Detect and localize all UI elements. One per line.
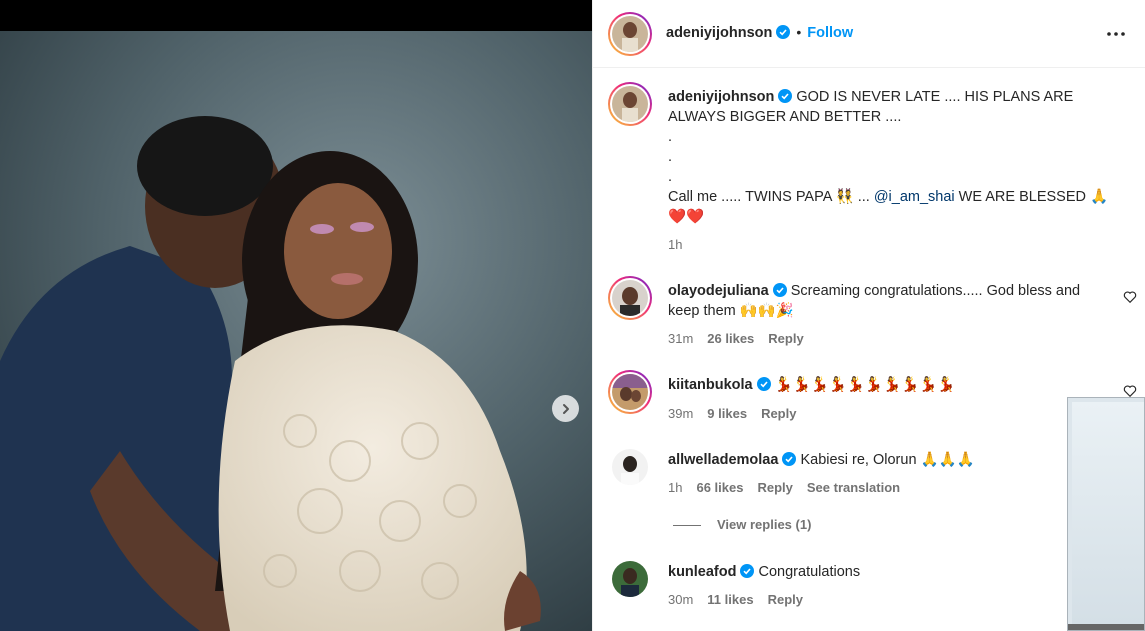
comment-avatar[interactable]	[612, 449, 648, 485]
caption-call-line: Call me ..... TWINS PAPA 👯 ... @i_am_sha…	[668, 187, 1128, 207]
comment-2: kiitanbukola 💃💃💃💃💃💃💃💃💃💃	[668, 375, 1128, 395]
comment-3: allwellademolaa Kabiesi re, Olorun 🙏🙏🙏	[668, 450, 1128, 470]
comment-text: Congratulations	[758, 564, 861, 580]
heart-outline-icon[interactable]	[1123, 290, 1137, 304]
author-avatar[interactable]	[608, 12, 652, 56]
comment-time: 1h	[668, 480, 683, 495]
video-overlay-frame	[1072, 402, 1144, 624]
caption-author-avatar[interactable]	[608, 82, 652, 126]
comment-likes[interactable]: 66 likes	[696, 480, 743, 495]
caption-line-1: GOD IS NEVER LATE .... HIS PLANS ARE	[796, 89, 1074, 105]
caption-mention-link[interactable]: @i_am_shai	[874, 189, 955, 205]
post-header: adeniyijohnson • Follow	[593, 0, 1145, 68]
twins-emoji: 👯	[835, 189, 854, 205]
caption-line-2: ALWAYS BIGGER AND BETTER ....	[668, 109, 902, 125]
verified-badge-icon	[756, 377, 771, 391]
comment-1-meta: 31m 26 likes Reply	[668, 331, 804, 346]
header-identity: adeniyijohnson • Follow	[666, 24, 853, 42]
media-top-bar	[0, 0, 592, 31]
view-replies-button[interactable]: View replies (1)	[673, 517, 811, 532]
view-replies-label: View replies (1)	[717, 517, 812, 532]
comment-avatar-image	[612, 374, 648, 410]
post-photo[interactable]	[0, 31, 592, 631]
caption-line-3: .	[668, 129, 673, 145]
reply-button[interactable]: Reply	[757, 480, 792, 495]
verified-badge-icon	[778, 89, 793, 103]
caption-username[interactable]: adeniyijohnson	[668, 89, 774, 105]
post-sidebar: adeniyijohnson • Follow adeniyijohnson G…	[592, 0, 1145, 631]
verified-badge-icon	[782, 452, 797, 466]
caption-avatar-image	[612, 86, 648, 122]
comment-emojis: 🙏🙏🙏	[920, 452, 975, 468]
caption-line-5: .	[668, 169, 673, 185]
comment-avatar[interactable]	[608, 276, 652, 320]
comment-time: 31m	[668, 331, 694, 346]
comment-avatar-image	[612, 280, 648, 316]
comment-likes[interactable]: 11 likes	[707, 592, 753, 607]
caption-ellipsis: ...	[857, 189, 870, 205]
comment-avatar[interactable]	[608, 370, 652, 414]
post-caption: adeniyijohnson GOD IS NEVER LATE .... HI…	[668, 87, 1128, 227]
comment-time: 30m	[668, 592, 694, 607]
more-options-button[interactable]	[1104, 22, 1128, 46]
pray-emoji: 🙏	[1090, 189, 1109, 205]
comment-avatar-image	[612, 449, 648, 485]
reply-button[interactable]: Reply	[768, 331, 803, 346]
see-translation-link[interactable]: See translation	[807, 480, 900, 495]
comment-username[interactable]: kiitanbukola	[668, 377, 753, 393]
reply-button[interactable]: Reply	[768, 592, 803, 607]
comment-4-meta: 30m 11 likes Reply	[668, 592, 803, 607]
caption-time: 1h	[668, 237, 683, 252]
comment-emojis: 🙌🙌🎉	[739, 303, 794, 319]
verified-badge-icon	[740, 564, 755, 578]
comment-text: Kabiesi re, Olorun	[800, 452, 917, 468]
comment-avatar[interactable]	[612, 561, 648, 597]
author-avatar-image	[612, 16, 648, 52]
caption-line-4: .	[668, 149, 673, 165]
comment-emojis: 💃💃💃💃💃💃💃💃💃💃	[774, 377, 956, 393]
comment-avatar-image	[612, 561, 648, 597]
verified-badge-icon	[776, 25, 791, 39]
more-options-icon	[1107, 32, 1125, 36]
comment-username[interactable]: allwellademolaa	[668, 452, 778, 468]
comment-likes[interactable]: 26 likes	[707, 331, 754, 346]
next-media-button[interactable]	[552, 395, 579, 422]
comment-time: 39m	[668, 406, 694, 421]
heart-outline-icon[interactable]	[1123, 384, 1137, 398]
author-username[interactable]: adeniyijohnson	[666, 25, 772, 41]
comment-4: kunleafod Congratulations	[668, 562, 1128, 582]
replies-divider-line	[673, 525, 701, 527]
comment-2-meta: 39m 9 likes Reply	[668, 406, 796, 421]
verified-badge-icon	[772, 283, 787, 297]
comment-likes[interactable]: 9 likes	[707, 406, 747, 421]
reply-button[interactable]: Reply	[761, 406, 796, 421]
comment-text-cont: keep them	[668, 303, 736, 319]
instagram-post-view: adeniyijohnson • Follow adeniyijohnson G…	[0, 0, 1145, 631]
video-overlay-bar	[1068, 624, 1144, 630]
caption-hearts: ❤️❤️	[668, 209, 705, 225]
follow-button[interactable]: Follow	[807, 25, 853, 41]
post-media-pane	[0, 0, 592, 631]
comment-text: Screaming congratulations..... God bless…	[790, 283, 1081, 299]
comment-username[interactable]: kunleafod	[668, 564, 736, 580]
comment-username[interactable]: olayodejuliana	[668, 283, 769, 299]
caption-call-text: Call me ..... TWINS PAPA	[668, 189, 832, 205]
floating-video-overlay[interactable]	[1067, 397, 1145, 631]
comment-3-meta: 1h 66 likes Reply See translation	[668, 480, 900, 495]
chevron-right-icon	[562, 403, 569, 414]
caption-blessed-text: WE ARE BLESSED	[958, 189, 1086, 205]
separator-dot: •	[796, 24, 802, 40]
comment-1: olayodejuliana Screaming congratulations…	[668, 281, 1128, 321]
